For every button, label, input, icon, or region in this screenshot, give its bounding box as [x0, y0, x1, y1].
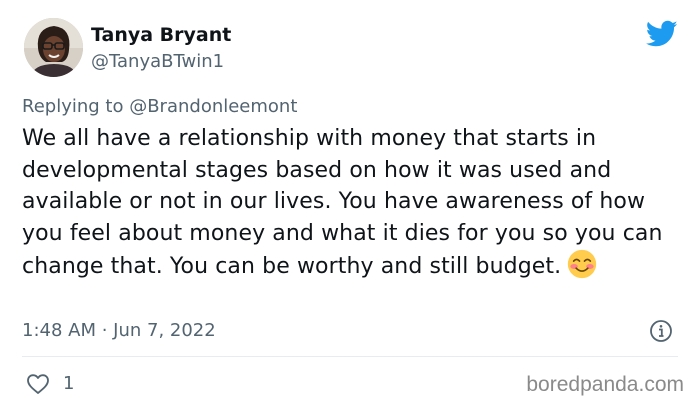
watermark: boredpanda.com — [526, 373, 684, 396]
heart-icon[interactable] — [26, 372, 50, 396]
smiling-face-with-blush-emoji — [568, 250, 597, 279]
author-handle[interactable]: @TanyaBTwin1 — [91, 51, 224, 72]
tweet-card: Tanya Bryant @TanyaBTwin1 Replying to @B… — [0, 0, 700, 410]
reply-context[interactable]: Replying to @Brandonleemont — [22, 96, 297, 117]
like-count[interactable]: 1 — [63, 373, 74, 394]
author-name[interactable]: Tanya Bryant — [91, 24, 231, 46]
divider — [22, 356, 678, 357]
tweet-timestamp[interactable]: 1:48 AM · Jun 7, 2022 — [22, 320, 216, 341]
twitter-bird-icon[interactable] — [646, 20, 678, 48]
avatar[interactable] — [24, 18, 83, 77]
tweet-text: We all have a relationship with money th… — [22, 123, 692, 283]
info-icon[interactable] — [649, 319, 673, 343]
